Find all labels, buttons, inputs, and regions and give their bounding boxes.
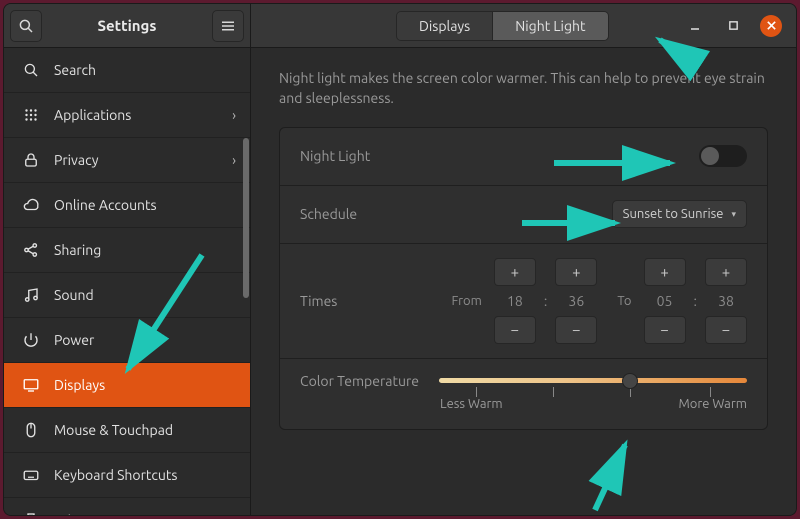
view-tabs: Displays Night Light [396,11,609,41]
night-light-toggle[interactable] [699,145,747,167]
sidebar-item-search[interactable]: Search [4,48,250,93]
search-icon [17,17,35,35]
description-text: Night light makes the screen color warme… [279,68,768,109]
to-label: To [617,294,631,308]
tab-night-light[interactable]: Night Light [492,12,607,40]
from-hour-stepper: + 18 − [494,258,536,344]
schedule-row: Schedule Sunset to Sunrise ▾ [280,186,767,244]
sidebar-scrollbar[interactable] [243,138,249,298]
to-min-minus[interactable]: − [705,316,747,344]
close-button[interactable] [760,15,782,37]
power-icon [22,331,40,349]
sidebar-item-online-accounts[interactable]: Online Accounts [4,183,250,228]
sidebar-item-keyboard-shortcuts[interactable]: Keyboard Shortcuts [4,453,250,498]
keyboard-icon [22,466,40,484]
to-hour-plus[interactable]: + [644,258,686,286]
schedule-value: Sunset to Sunrise [623,207,724,221]
to-min-value: 38 [718,289,734,313]
from-label: From [452,294,482,308]
minimize-icon [689,20,701,32]
sidebar-item-sharing[interactable]: Sharing [4,228,250,273]
settings-card: Night Light Schedule Sunset to Sunrise ▾… [279,127,768,430]
to-min-plus[interactable]: + [705,258,747,286]
sidebar-item-printers[interactable]: Printers [4,498,250,515]
to-hour-value: 05 [657,289,673,313]
slider-track [439,378,747,383]
share-icon [22,241,40,259]
slider-thumb[interactable] [622,373,638,389]
sidebar-item-label: Keyboard Shortcuts [54,467,177,483]
from-min-plus[interactable]: + [555,258,597,286]
menu-button[interactable] [212,10,244,42]
sidebar-item-displays[interactable]: Displays [4,363,250,408]
music-icon [22,286,40,304]
maximize-button[interactable] [722,15,744,37]
printer-icon [22,511,40,515]
mouse-icon [22,421,40,439]
night-light-row: Night Light [280,128,767,186]
times-label: Times [300,293,337,309]
from-hour-value: 18 [507,289,523,313]
from-hour-plus[interactable]: + [494,258,536,286]
from-min-value: 36 [568,289,584,313]
times-row: Times From + 18 − : + 36 − [280,244,767,359]
search-button[interactable] [10,10,42,42]
sidebar-item-label: Online Accounts [54,197,157,213]
close-icon [766,20,777,31]
from-min-minus[interactable]: − [555,316,597,344]
sidebar-item-applications[interactable]: Applications › [4,93,250,138]
from-min-stepper: + 36 − [555,258,597,344]
color-temp-label: Color Temperature [300,373,419,389]
apps-icon [22,106,40,124]
chevron-down-icon: ▾ [731,209,736,220]
color-temp-row: Color Temperature Less Warm [280,359,767,429]
sidebar-item-label: Sharing [54,242,101,258]
times-group: From + 18 − : + 36 − To [452,258,747,344]
colon: : [694,259,697,343]
slider-labels: Less Warm More Warm [300,397,747,411]
from-hour-minus[interactable]: − [494,316,536,344]
main-header: Displays Night Light [251,4,796,48]
tab-displays[interactable]: Displays [397,12,492,40]
minimize-button[interactable] [684,15,706,37]
lock-icon [22,151,40,169]
app-title: Settings [98,17,157,34]
sidebar-item-label: Applications [54,107,131,123]
content: Night light makes the screen color warme… [251,48,796,515]
sidebar-item-label: Search [54,62,96,78]
sidebar-item-power[interactable]: Power [4,318,250,363]
more-warm-label: More Warm [678,397,747,411]
less-warm-label: Less Warm [440,397,503,411]
sidebar-list: Search Applications › Privacy › Online Accoun… [4,48,250,515]
color-temp-slider[interactable] [439,373,747,389]
sidebar-item-privacy[interactable]: Privacy › [4,138,250,183]
to-hour-minus[interactable]: − [644,316,686,344]
sidebar-item-label: Power [54,332,94,348]
sidebar-item-label: Privacy [54,152,98,168]
sidebar-item-sound[interactable]: Sound [4,273,250,318]
colon: : [544,259,547,343]
search-icon [22,61,40,79]
sidebar: Settings Search Applications › Privacy › Onli… [4,4,251,515]
hamburger-icon [219,17,237,35]
main-panel: Displays Night Light Night light makes t… [251,4,796,515]
sidebar-item-label: Sound [54,287,94,303]
window-controls [684,15,790,37]
night-light-label: Night Light [300,148,370,164]
cloud-icon [22,196,40,214]
sidebar-item-label: Printers [54,512,104,515]
sidebar-item-mouse-touchpad[interactable]: Mouse & Touchpad [4,408,250,453]
schedule-dropdown[interactable]: Sunset to Sunrise ▾ [612,200,747,228]
chevron-right-icon: › [232,152,236,168]
chevron-right-icon: › [232,107,236,123]
to-hour-stepper: + 05 − [644,258,686,344]
settings-window: Settings Search Applications › Privacy › Onli… [3,3,797,516]
maximize-icon [728,20,739,31]
schedule-label: Schedule [300,206,357,222]
display-icon [22,376,40,394]
to-min-stepper: + 38 − [705,258,747,344]
sidebar-item-label: Displays [54,377,105,393]
sidebar-header: Settings [4,4,250,48]
sidebar-item-label: Mouse & Touchpad [54,422,173,438]
